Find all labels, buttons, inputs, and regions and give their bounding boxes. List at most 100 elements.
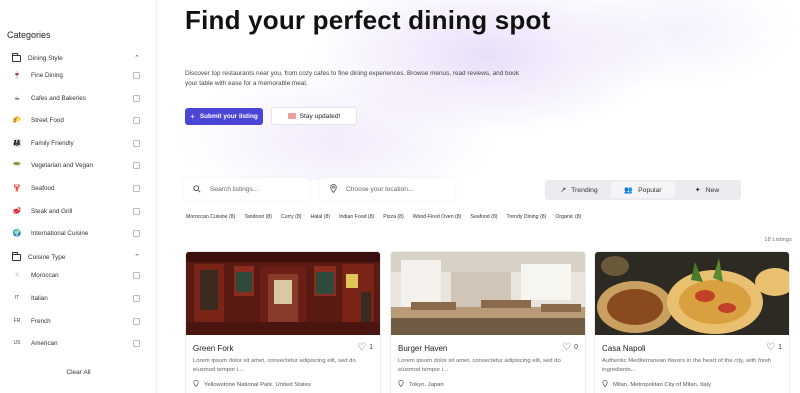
sort-tabs: ↗ Trending 👥 Popular ✦ New [545,180,741,200]
salad-icon: 🥗 [12,162,22,169]
category-checkbox[interactable] [133,207,140,215]
tag[interactable]: Trendy Dining (8) [506,214,546,220]
tag[interactable]: Curry (8) [281,214,301,220]
category-label: Vegetarian and Vegan [31,161,93,169]
cuisine-label: Moroccan [31,271,59,279]
tag[interactable]: Moroccan Cuisine (8) [186,214,235,220]
listing-name: Green Fork [193,344,234,353]
category-checkbox[interactable] [133,161,140,169]
tab-label: Trending [571,186,598,194]
tab-trending[interactable]: ↗ Trending [547,182,611,198]
listing-name: Burger Haven [398,344,448,353]
category-family-friendly[interactable]: 👨‍👩‍👧 Family Friendly [12,137,140,149]
category-vegetarian[interactable]: 🥗 Vegetarian and Vegan [12,159,140,171]
category-checkbox[interactable] [133,71,140,79]
listing-card[interactable]: Burger Haven ♡ 0 Lorem ipsum dolor sit a… [390,251,586,393]
search-icon [191,184,203,195]
like-button[interactable]: ♡ 1 [357,342,373,353]
stay-updated-button[interactable]: Stay updated! [271,107,357,125]
listing-location: Yellowstone National Park, United States [193,379,311,389]
cuisine-checkbox[interactable] [133,317,140,325]
category-label: Seafood [31,184,55,192]
category-checkbox[interactable] [133,94,140,102]
tag[interactable]: Halal (8) [310,214,330,220]
listing-card[interactable]: Casa Napoli ♡ 1 Authentic Mediterranean … [594,251,790,393]
like-button[interactable]: ♡ 0 [562,342,578,353]
category-international[interactable]: 🌍 International Cuisine [12,227,140,239]
cuisine-label: American [31,339,58,347]
like-count: 1 [369,344,373,351]
coffee-icon: ☕ [13,95,21,102]
page-title: Find your perfect dining spot [185,5,551,35]
folder-icon [12,251,21,261]
plus-icon: + [190,112,195,121]
submit-listing-button[interactable]: + Submit your listing [185,108,263,125]
category-label: International Cuisine [31,229,89,237]
chevron-up-icon[interactable]: ⌃ [134,253,140,261]
tag[interactable]: Organic (8) [555,214,581,220]
cuisine-italian[interactable]: IT Italian [12,292,140,304]
button-label: Submit your listing [199,113,258,120]
tag[interactable]: Wood-Fired Oven (8) [413,214,462,220]
trending-arrow-icon: ↗ [560,187,567,194]
country-code: US [13,340,21,346]
category-checkbox[interactable] [133,116,140,124]
meat-icon: 🥩 [12,208,22,215]
cuisine-french[interactable]: FR French [12,315,140,327]
hero-description: Discover top restaurants near you, from … [185,70,519,87]
listing-location: Milan, Metropolitan City of Milan, Italy [602,379,711,389]
tag[interactable]: Tandoori (8) [244,214,272,220]
country-code: IT [14,295,20,301]
tab-popular[interactable]: 👥 Popular [611,182,675,198]
heart-icon: ♡ [562,342,572,353]
group-label: Dining Style [28,54,63,62]
button-label: Stay updated! [299,112,341,120]
location-pin-icon [602,379,608,389]
location-pin-icon [398,379,404,389]
category-checkbox[interactable] [133,184,140,192]
cuisine-checkbox[interactable] [133,294,140,302]
location-text: Tokyo, Japan [409,381,444,388]
category-seafood[interactable]: 🦞 Seafood [12,182,140,194]
sidebar-title: Categories [7,30,51,40]
category-label: Street Food [31,116,64,124]
like-button[interactable]: ♡ 1 [766,342,782,353]
like-count: 1 [778,344,782,351]
heart-icon: ♡ [357,342,367,353]
tab-new[interactable]: ✦ New [675,182,739,198]
clear-all-button[interactable]: Clear All [0,369,157,376]
chevron-up-icon[interactable]: ⌃ [134,54,140,62]
category-cafes[interactable]: ☕ Cafes and Bakeries [12,92,140,104]
location-input[interactable]: Choose your location... [320,178,455,201]
listing-card[interactable]: Green Fork ♡ 1 Lorem ipsum dolor sit ame… [185,251,381,393]
listing-description: Lorem ipsum dolor sit amet, consectetur … [398,358,561,373]
category-checkbox[interactable] [133,139,140,147]
category-street-food[interactable]: 🌮 Street Food [12,114,140,126]
location-pin-icon [193,379,199,389]
category-fine-dining[interactable]: 🍷 Fine Dining [12,69,140,81]
category-steak-grill[interactable]: 🥩 Steak and Grill [12,205,140,217]
mail-icon [287,113,296,119]
heart-icon: ♡ [766,342,776,353]
listing-image [595,252,789,335]
main-content: Find your perfect dining spot Discover t… [157,0,800,393]
tag[interactable]: Pizza (8) [383,214,403,220]
category-checkbox[interactable] [133,229,140,237]
cuisine-checkbox[interactable] [133,271,140,279]
family-icon: 👨‍👩‍👧 [12,140,22,147]
cuisine-american[interactable]: US American [12,337,140,349]
cuisine-checkbox[interactable] [133,339,140,347]
group-dining-style[interactable]: Dining Style ⌃ [12,52,140,64]
listing-name: Casa Napoli [602,344,646,353]
listing-description: Lorem ipsum dolor sit amet, consectetur … [193,358,356,373]
tag[interactable]: Seafood (8) [470,214,497,220]
category-label: Cafes and Bakeries [31,94,86,102]
cuisine-moroccan[interactable]: ☆ Moroccan [12,269,140,281]
search-listings-input[interactable]: Search listings... [184,178,309,201]
cuisine-label: Italian [31,294,48,302]
tab-label: Popular [638,186,662,194]
listing-location: Tokyo, Japan [398,379,444,389]
tag[interactable]: Indian Food (8) [339,214,374,220]
group-cuisine-type[interactable]: Cuisine Type ⌃ [12,251,140,263]
globe-icon: 🌍 [12,230,22,237]
